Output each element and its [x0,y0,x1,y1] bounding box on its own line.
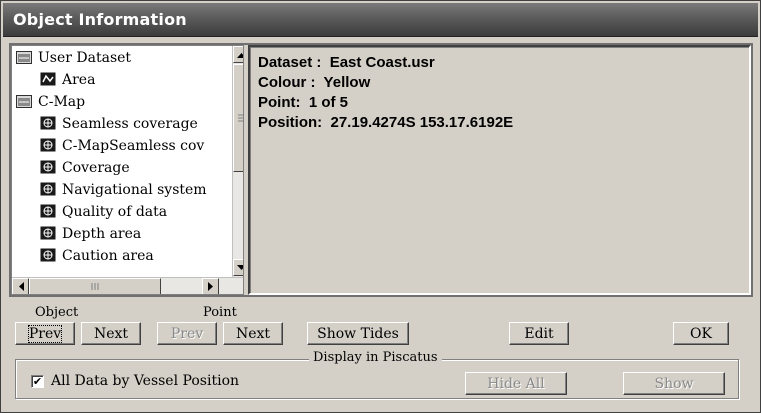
object-details-panel: Dataset : East Coast.usr Colour : Yellow… [248,45,751,295]
point-nav-label: Point [203,305,237,320]
chevron-up-icon [237,52,243,58]
chevron-left-icon [18,282,24,291]
grip-icon [238,114,243,122]
chart-object-icon [40,182,56,196]
colour-line: Colour : Yellow [258,74,371,91]
tree-item-label: Quality of data [62,204,168,220]
point-prev-button[interactable]: Prev [157,322,217,345]
tree-item-seamless-coverage[interactable]: Seamless coverage [40,116,198,138]
scroll-right-button[interactable] [202,278,219,294]
scroll-down-button[interactable] [233,259,243,276]
edit-label: Edit [524,325,554,342]
tree-horizontal-scrollbar[interactable] [12,277,243,294]
tree-item-label: C-Map [38,94,86,110]
tree-item-label: Navigational system [62,182,207,198]
horizontal-scroll-thumb[interactable] [29,278,161,294]
folder-icon [16,95,32,108]
object-prev-button[interactable]: Prev [15,322,75,345]
all-data-checkbox[interactable]: ✔ [31,375,44,388]
tree-item-c-mapseamless-cov[interactable]: C-MapSeamless cov [40,138,204,160]
tree-item-label: C-MapSeamless cov [62,138,205,154]
all-data-checkbox-label[interactable]: All Data by Vessel Position [51,373,239,389]
dataset-line: Dataset : East Coast.usr [258,54,435,71]
show-tides-button[interactable]: Show Tides [307,322,409,345]
tree-item-label: Area [62,72,96,88]
tree-item-label: Depth area [62,226,142,242]
grip-icon [91,283,99,290]
point-next-button[interactable]: Next [223,322,283,345]
chevron-right-icon [207,282,213,291]
ok-label: OK [690,325,712,342]
tree-item-navigational-system[interactable]: Navigational system [40,182,207,204]
edit-button[interactable]: Edit [509,322,569,345]
display-group-label: Display in Piscatus [309,350,442,365]
tree-item-label: Seamless coverage [62,116,198,132]
object-information-window: Object Information User Dataset Area C-M… [0,0,761,413]
ok-button[interactable]: OK [673,322,729,345]
tree-item-user-dataset[interactable]: User Dataset [16,50,131,72]
chart-object-icon [40,160,56,174]
chart-object-icon [40,248,56,262]
chart-object-icon [40,226,56,240]
point-line: Point: 1 of 5 [258,94,348,111]
object-nav-label: Object [35,305,79,320]
chart-object-icon [40,116,56,130]
object-prev-label: Prev [27,324,63,343]
area-icon [40,72,56,86]
tree-item-coverage[interactable]: Coverage [40,160,130,182]
chart-object-icon [40,138,56,152]
title-bar[interactable]: Object Information [3,3,758,37]
object-next-label: Next [93,325,129,342]
tree-item-quality-of-data[interactable]: Quality of data [40,204,167,226]
hide-all-button[interactable]: Hide All [465,372,567,395]
show-button[interactable]: Show [623,372,725,395]
hide-all-label: Hide All [487,375,545,392]
chart-object-icon [40,204,56,218]
tree-item-c-map[interactable]: C-Map [16,94,85,116]
window-title: Object Information [13,10,187,29]
tree-item-depth-area[interactable]: Depth area [40,226,141,248]
tree-item-caution-area[interactable]: Caution area [40,248,154,270]
tree-vertical-scrollbar[interactable] [232,46,243,277]
object-next-button[interactable]: Next [81,322,141,345]
scroll-up-button[interactable] [233,46,243,63]
folder-icon [16,51,32,64]
chevron-down-icon [237,264,243,270]
position-line: Position: 27.19.4274S 153.17.6192E [258,114,514,131]
vertical-scroll-thumb[interactable] [233,64,243,172]
show-label: Show [654,375,694,392]
scroll-left-button[interactable] [12,278,29,294]
tree-item-label: User Dataset [38,50,132,66]
tree-item-label: Caution area [62,248,154,264]
object-tree[interactable]: User Dataset Area C-Map Seamless coverag… [11,45,244,295]
point-next-label: Next [235,325,271,342]
tree-item-area[interactable]: Area [40,72,95,94]
checkmark-icon: ✔ [32,375,43,388]
point-prev-label: Prev [170,325,204,342]
tree-item-label: Coverage [62,160,130,176]
show-tides-label: Show Tides [317,325,399,342]
